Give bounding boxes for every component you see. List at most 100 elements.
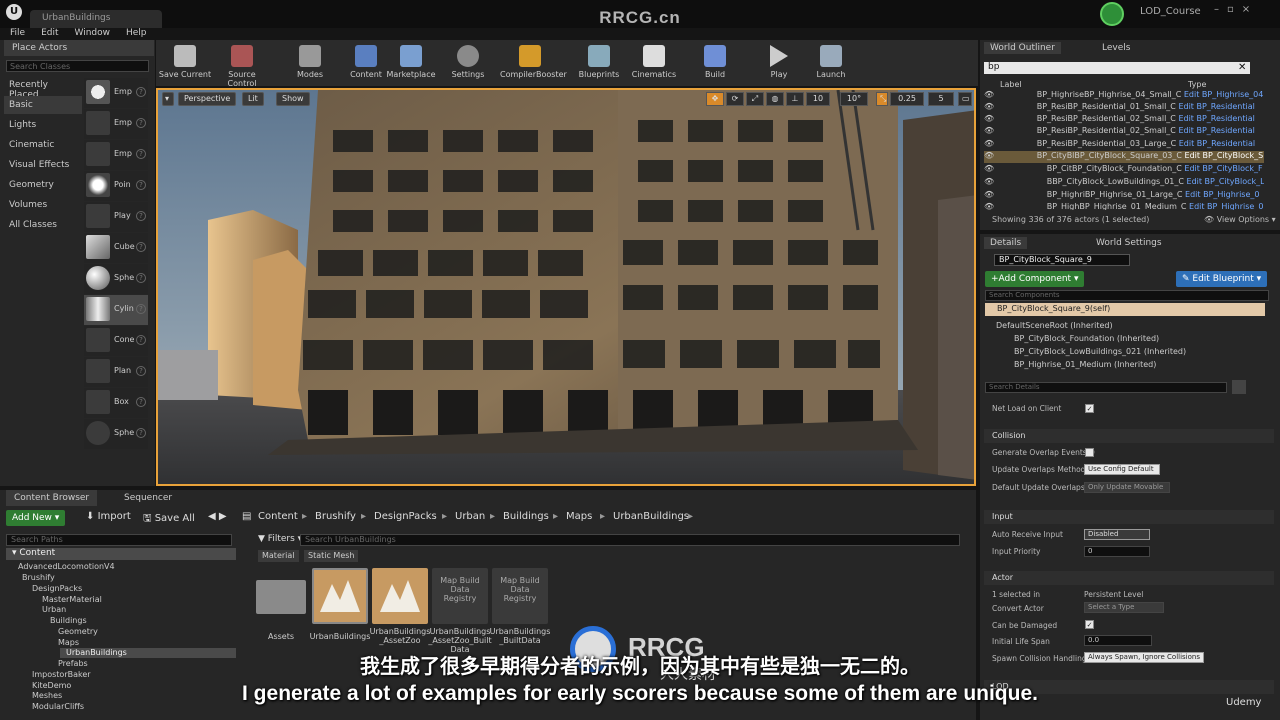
category-volumes[interactable]: Volumes — [4, 196, 82, 214]
tree-item[interactable]: Urban — [42, 605, 66, 615]
scale-snap-icon[interactable]: ⤡ — [876, 92, 888, 106]
add-new-button[interactable]: Add New ▾ — [6, 510, 66, 526]
help-icon[interactable]: ? — [136, 397, 146, 407]
net-load-checkbox[interactable]: ✓ — [1085, 404, 1094, 413]
scale-tool-icon[interactable]: ⤢ — [746, 92, 764, 106]
tree-item[interactable]: MasterMaterial — [42, 595, 102, 605]
help-icon[interactable]: ? — [136, 304, 146, 314]
lit-button[interactable]: Lit — [242, 92, 264, 106]
default-update-dropdown[interactable]: Only Update Movable — [1084, 482, 1170, 493]
content-browser-tab[interactable]: Content Browser — [6, 490, 98, 506]
component-row[interactable]: BP_CityBlock_Foundation (Inherited) — [1014, 334, 1159, 343]
component-self-row[interactable]: BP_CityBlock_Square_9(self) — [985, 303, 1265, 316]
show-button[interactable]: Show — [276, 92, 310, 106]
help-icon[interactable]: ? — [136, 428, 146, 438]
blueprints-button[interactable]: Blueprints — [570, 40, 628, 86]
breadcrumb-urbanbuildings[interactable]: UrbanBuildings — [613, 511, 689, 522]
outliner-row[interactable]: 👁 BP_CitBP_CityBlock_Foundation_C Edit B… — [984, 164, 1264, 176]
auto-receive-dropdown[interactable]: Disabled — [1084, 529, 1150, 540]
compiler-booster-button[interactable]: CompilerBooster — [500, 40, 567, 86]
asset-tile-map[interactable] — [312, 568, 368, 624]
world-space-icon[interactable]: ◍ — [766, 92, 784, 106]
category-all-classes[interactable]: All Classes — [4, 216, 82, 234]
breadcrumb-brushify[interactable]: Brushify — [315, 511, 356, 522]
filters-button[interactable]: ▼ Filters ▾ — [258, 534, 302, 544]
breadcrumb-urban[interactable]: Urban — [455, 511, 485, 522]
gen-overlap-checkbox[interactable] — [1085, 448, 1094, 457]
outliner-row[interactable]: 👁 BP_ResiBP_Residential_02_Small_C Edit … — [984, 126, 1264, 138]
actor-section[interactable]: Actor — [984, 571, 1274, 585]
maximize-viewport-icon[interactable]: ▭ — [958, 92, 972, 106]
actor-name-field[interactable]: BP_CityBlock_Square_9 — [994, 254, 1130, 266]
breadcrumb-maps[interactable]: Maps — [566, 511, 592, 522]
camera-speed-value[interactable]: 5 — [928, 92, 954, 106]
window-controls[interactable]: –▫× — [1214, 4, 1274, 16]
asset-tile-registry[interactable]: Map Build Data Registry — [432, 568, 488, 624]
details-tab[interactable]: Details — [984, 237, 1028, 249]
menu-help[interactable]: Help — [126, 28, 147, 38]
breadcrumb-content[interactable]: Content — [258, 511, 298, 522]
place-actors-tab[interactable]: Place Actors — [4, 40, 154, 56]
grid-snap-value[interactable]: 10 — [806, 92, 830, 106]
column-label[interactable]: Label — [1000, 80, 1022, 89]
search-components-input[interactable]: Search Components — [985, 290, 1269, 301]
help-icon[interactable]: ? — [136, 273, 146, 283]
category-visual-effects[interactable]: Visual Effects — [4, 156, 82, 174]
outliner-row[interactable]: 👁 BP_HighriBP_Highrise_01_Large_C Edit B… — [984, 190, 1264, 202]
outliner-row[interactable]: 👁 BP_ResiBP_Residential_01_Small_C Edit … — [984, 102, 1264, 114]
asset-tile-map[interactable] — [372, 568, 428, 624]
add-component-button[interactable]: +Add Component ▾ — [985, 271, 1085, 287]
outliner-row[interactable]: 👁 BP_HighriseBP_Highrise_04_Small_C Edit… — [984, 90, 1264, 102]
level-viewport[interactable] — [156, 88, 976, 486]
tree-item[interactable]: Buildings — [50, 616, 87, 626]
rotate-tool-icon[interactable]: ⟳ — [726, 92, 744, 106]
breadcrumb-designpacks[interactable]: DesignPacks — [374, 511, 437, 522]
input-priority-field[interactable]: 0 — [1084, 546, 1150, 557]
category-basic[interactable]: Basic — [4, 96, 82, 114]
category-geometry[interactable]: Geometry — [4, 176, 82, 194]
help-icon[interactable]: ? — [136, 366, 146, 376]
outliner-search-input[interactable]: bp — [984, 62, 1250, 74]
column-type[interactable]: Type — [1188, 80, 1206, 89]
source-control-button[interactable]: Source Control — [213, 40, 271, 88]
cinematics-button[interactable]: Cinematics — [625, 40, 683, 86]
category-recently-placed[interactable]: Recently Placed — [4, 76, 82, 100]
help-icon[interactable]: ? — [136, 211, 146, 221]
view-options-button[interactable]: 👁 View Options ▾ — [1204, 215, 1276, 224]
settings-button[interactable]: Settings — [439, 40, 497, 86]
search-paths-input[interactable]: Search Paths — [6, 534, 232, 546]
outliner-row[interactable]: 👁 BP_HighBP_Highrise_01_Medium_C Edit BP… — [984, 202, 1264, 210]
outliner-row[interactable]: 👁 BP_ResiBP_Residential_02_Small_C Edit … — [984, 114, 1264, 126]
modes-button[interactable]: Modes — [281, 40, 339, 86]
edit-blueprint-button[interactable]: ✎ Edit Blueprint ▾ — [1176, 271, 1268, 287]
help-icon[interactable]: ? — [136, 180, 146, 190]
property-matrix-icon[interactable] — [1232, 380, 1246, 394]
surface-snap-icon[interactable]: ⊥ — [786, 92, 804, 106]
outliner-row[interactable]: 👁 BP_ResiBP_Residential_03_Large_C Edit … — [984, 139, 1264, 151]
tree-root-content[interactable]: ▾ Content — [6, 548, 236, 560]
menu-file[interactable]: File — [10, 28, 25, 38]
viewport-options-button[interactable]: ▾ — [162, 92, 174, 106]
tree-item[interactable]: Maps — [58, 638, 79, 648]
breadcrumb-buildings[interactable]: Buildings — [503, 511, 549, 522]
menu-edit[interactable]: Edit — [41, 28, 58, 38]
component-row[interactable]: DefaultSceneRoot (Inherited) — [996, 321, 1113, 330]
filter-chip-static-mesh[interactable]: Static Mesh — [304, 550, 359, 562]
outliner-row-selected[interactable]: 👁 BP_CityBlBP_CityBlock_Square_03_C Edit… — [984, 151, 1264, 163]
launch-button[interactable]: Launch — [802, 40, 860, 86]
tree-item[interactable]: DesignPacks — [32, 584, 82, 594]
component-row[interactable]: BP_CityBlock_LowBuildings_021 (Inherited… — [1014, 347, 1186, 356]
world-outliner-tab[interactable]: World Outliner — [984, 42, 1061, 54]
life-span-field[interactable]: 0.0 — [1084, 635, 1152, 646]
tree-item[interactable]: Geometry — [58, 627, 98, 637]
category-cinematic[interactable]: Cinematic — [4, 136, 82, 154]
perspective-button[interactable]: Perspective — [178, 92, 237, 106]
marketplace-button[interactable]: Marketplace — [382, 40, 440, 86]
clear-search-icon[interactable]: ✕ — [1238, 62, 1246, 73]
component-row[interactable]: BP_Highrise_01_Medium (Inherited) — [1014, 360, 1156, 369]
help-icon[interactable]: ? — [136, 118, 146, 128]
can-be-damaged-checkbox[interactable]: ✓ — [1085, 620, 1094, 629]
save-current-button[interactable]: Save Current — [156, 40, 214, 86]
convert-actor-dropdown[interactable]: Select a Type — [1084, 602, 1164, 613]
world-settings-tab[interactable]: World Settings — [1090, 237, 1168, 249]
